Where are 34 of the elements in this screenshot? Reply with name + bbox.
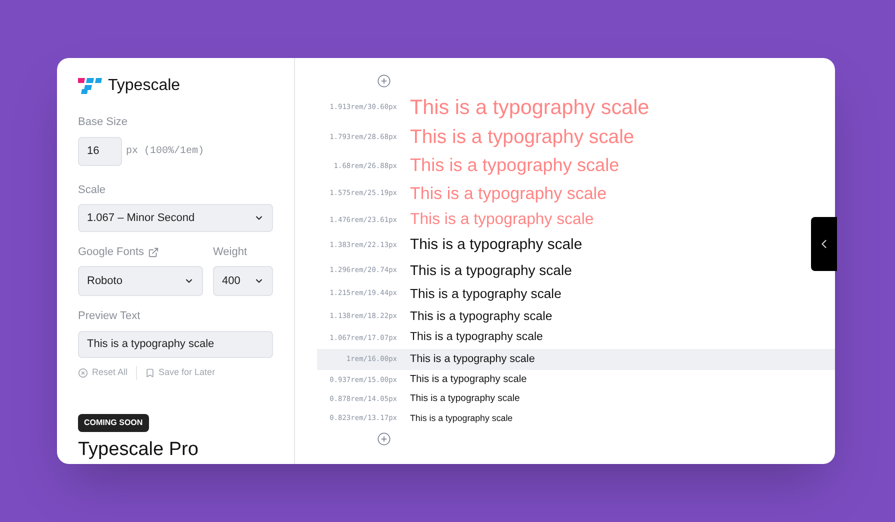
promo-title: Typescale Pro	[78, 438, 200, 462]
preview-sample: This is a typography scale	[410, 352, 535, 368]
preview-sample: This is a typography scale	[410, 210, 594, 230]
preview-sample: This is a typography scale	[410, 124, 634, 150]
preview-text-field[interactable]: This is a typography scale	[78, 330, 273, 358]
preview-sample: This is a typography scale	[410, 412, 513, 425]
close-icon	[78, 368, 88, 378]
preview-sample: This is a typography scale	[410, 260, 572, 280]
logo-icon	[78, 78, 102, 94]
preview-sample: This is a typography scale	[410, 94, 650, 121]
preview-sample: This is a typography scale	[410, 236, 582, 256]
preview-sample: This is a typography scale	[410, 330, 543, 346]
base-size-field[interactable]: 16	[78, 136, 122, 166]
dropdown[interactable]: 400	[213, 266, 273, 296]
dropdown[interactable]: 1.067 – Minor Second	[78, 204, 273, 232]
preview-sample: This is a typography scale	[410, 373, 527, 388]
add-step-icon[interactable]	[377, 432, 391, 446]
dropdown[interactable]: Roboto	[78, 266, 203, 296]
preview-sample: This is a typography scale	[410, 154, 620, 178]
field-label: Google Fonts	[78, 244, 144, 260]
add-step-icon[interactable]	[377, 74, 391, 88]
field-label: Scale	[78, 182, 107, 198]
unit-text: px (100%/1em)	[126, 144, 204, 158]
preview-sample: This is a typography scale	[410, 182, 607, 205]
field-label: Weight	[213, 244, 248, 260]
bookmark-icon	[144, 368, 155, 378]
preview-sample: This is a typography scale	[410, 284, 562, 303]
preview-sample: This is a typography scale	[410, 308, 552, 325]
coming-soon-badge: COMING SOON	[78, 414, 149, 432]
preview-sample: This is a typography scale	[410, 392, 520, 406]
brand-name: Typescale	[108, 76, 180, 96]
field-label: Preview Text	[78, 309, 142, 324]
external-link-icon[interactable]	[148, 246, 160, 258]
field-label: Base Size	[78, 115, 129, 130]
